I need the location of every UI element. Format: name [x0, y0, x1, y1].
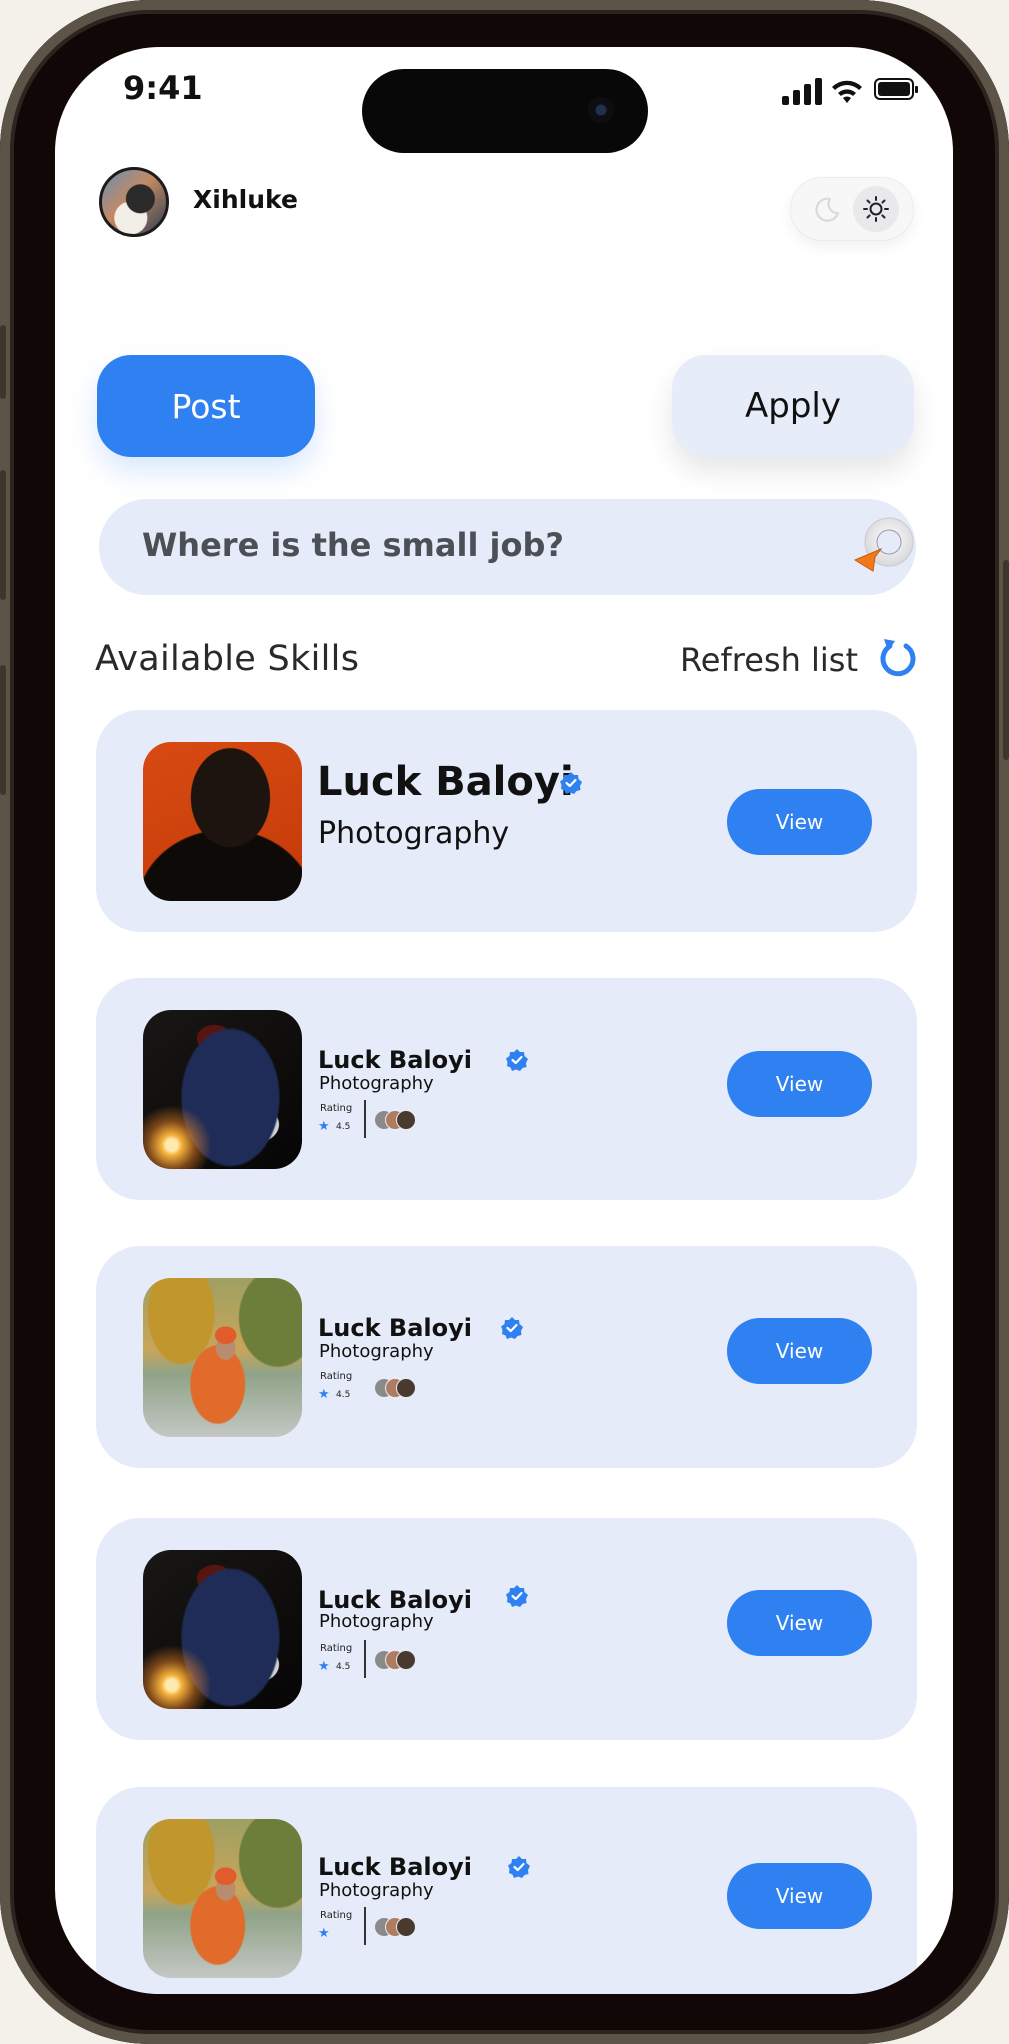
battery-icon	[874, 78, 918, 100]
client-avatars	[374, 1378, 426, 1398]
verified-badge-icon	[508, 1856, 530, 1878]
theme-toggle[interactable]	[790, 177, 914, 241]
star-icon: ★	[318, 1659, 330, 1674]
rating-value: 4.5	[336, 1662, 351, 1672]
user-avatar[interactable]	[99, 167, 169, 237]
worker-name: Luck Baloyi	[318, 1853, 472, 1881]
worker-photo	[143, 1010, 302, 1169]
star-icon: ★	[318, 1119, 330, 1134]
client-avatars	[374, 1917, 426, 1937]
skill-card[interactable]: Luck Baloyi Photography Rating ★ 4.5 Vie…	[96, 1518, 917, 1740]
worker-skill: Photography	[318, 816, 510, 851]
divider	[364, 1100, 366, 1138]
rating-label: Rating	[320, 1371, 353, 1382]
camera-icon	[588, 97, 614, 123]
moon-icon[interactable]	[813, 195, 841, 223]
sun-icon	[863, 196, 889, 222]
volume-down-button	[0, 665, 6, 795]
search-input[interactable]: Where is the small job?	[142, 526, 564, 564]
divider	[364, 1907, 366, 1945]
star-icon: ★	[318, 1387, 330, 1402]
worker-photo	[143, 1819, 302, 1978]
verified-badge-icon	[560, 772, 582, 794]
search-bar[interactable]: Where is the small job?	[99, 499, 916, 595]
worker-name: Luck Baloyi	[317, 759, 574, 805]
verified-badge-icon	[501, 1317, 523, 1339]
apply-button[interactable]: Apply	[672, 355, 914, 457]
worker-skill: Photography	[319, 1611, 434, 1632]
view-button[interactable]: View	[727, 1051, 872, 1117]
section-title: Available Skills	[95, 639, 360, 679]
rating-value: 4.5	[336, 1390, 351, 1400]
sun-toggle[interactable]	[853, 186, 899, 232]
status-time: 9:41	[123, 69, 203, 107]
app-screen: 9:41 Xihluke Post Apply Where is the sma…	[55, 47, 953, 1994]
worker-photo	[143, 1278, 302, 1437]
skill-card[interactable]: Luck Baloyi Photography Rating ★ 4.5 Vie…	[96, 1246, 917, 1468]
view-button[interactable]: View	[727, 1318, 872, 1384]
worker-name: Luck Baloyi	[318, 1586, 472, 1614]
divider	[364, 1640, 366, 1678]
rating-value: 4.5	[336, 1122, 351, 1132]
worker-name: Luck Baloyi	[318, 1046, 472, 1074]
power-button	[1003, 560, 1009, 760]
skill-card[interactable]: Luck Baloyi Photography Rating ★ View	[96, 1787, 917, 1994]
cellular-signal-icon	[782, 77, 824, 105]
view-button[interactable]: View	[727, 1863, 872, 1929]
client-avatars	[374, 1110, 426, 1130]
worker-photo	[143, 742, 302, 901]
worker-name: Luck Baloyi	[318, 1314, 472, 1342]
client-avatars	[374, 1650, 426, 1670]
refresh-icon[interactable]	[878, 637, 920, 681]
verified-badge-icon	[506, 1049, 528, 1071]
worker-skill: Photography	[319, 1073, 434, 1094]
worker-skill: Photography	[319, 1880, 434, 1901]
rating-label: Rating	[320, 1910, 353, 1921]
wifi-icon	[832, 80, 862, 103]
rating-label: Rating	[320, 1103, 353, 1114]
skill-card[interactable]: Luck Baloyi Photography Rating ★ 4.5 Vie…	[96, 978, 917, 1200]
view-button[interactable]: View	[727, 1590, 872, 1656]
star-icon: ★	[318, 1926, 330, 1941]
search-location-icon[interactable]	[851, 509, 923, 581]
volume-up-button	[0, 470, 6, 600]
verified-badge-icon	[506, 1585, 528, 1607]
view-button[interactable]: View	[727, 789, 872, 855]
rating-label: Rating	[320, 1643, 353, 1654]
refresh-list-label[interactable]: Refresh list	[680, 641, 858, 679]
worker-photo	[143, 1550, 302, 1709]
username: Xihluke	[193, 185, 298, 214]
dynamic-island	[362, 69, 648, 153]
action-button	[0, 325, 6, 399]
skill-card[interactable]: Luck Baloyi Photography View	[96, 710, 917, 932]
worker-skill: Photography	[319, 1341, 434, 1362]
post-button[interactable]: Post	[97, 355, 315, 457]
